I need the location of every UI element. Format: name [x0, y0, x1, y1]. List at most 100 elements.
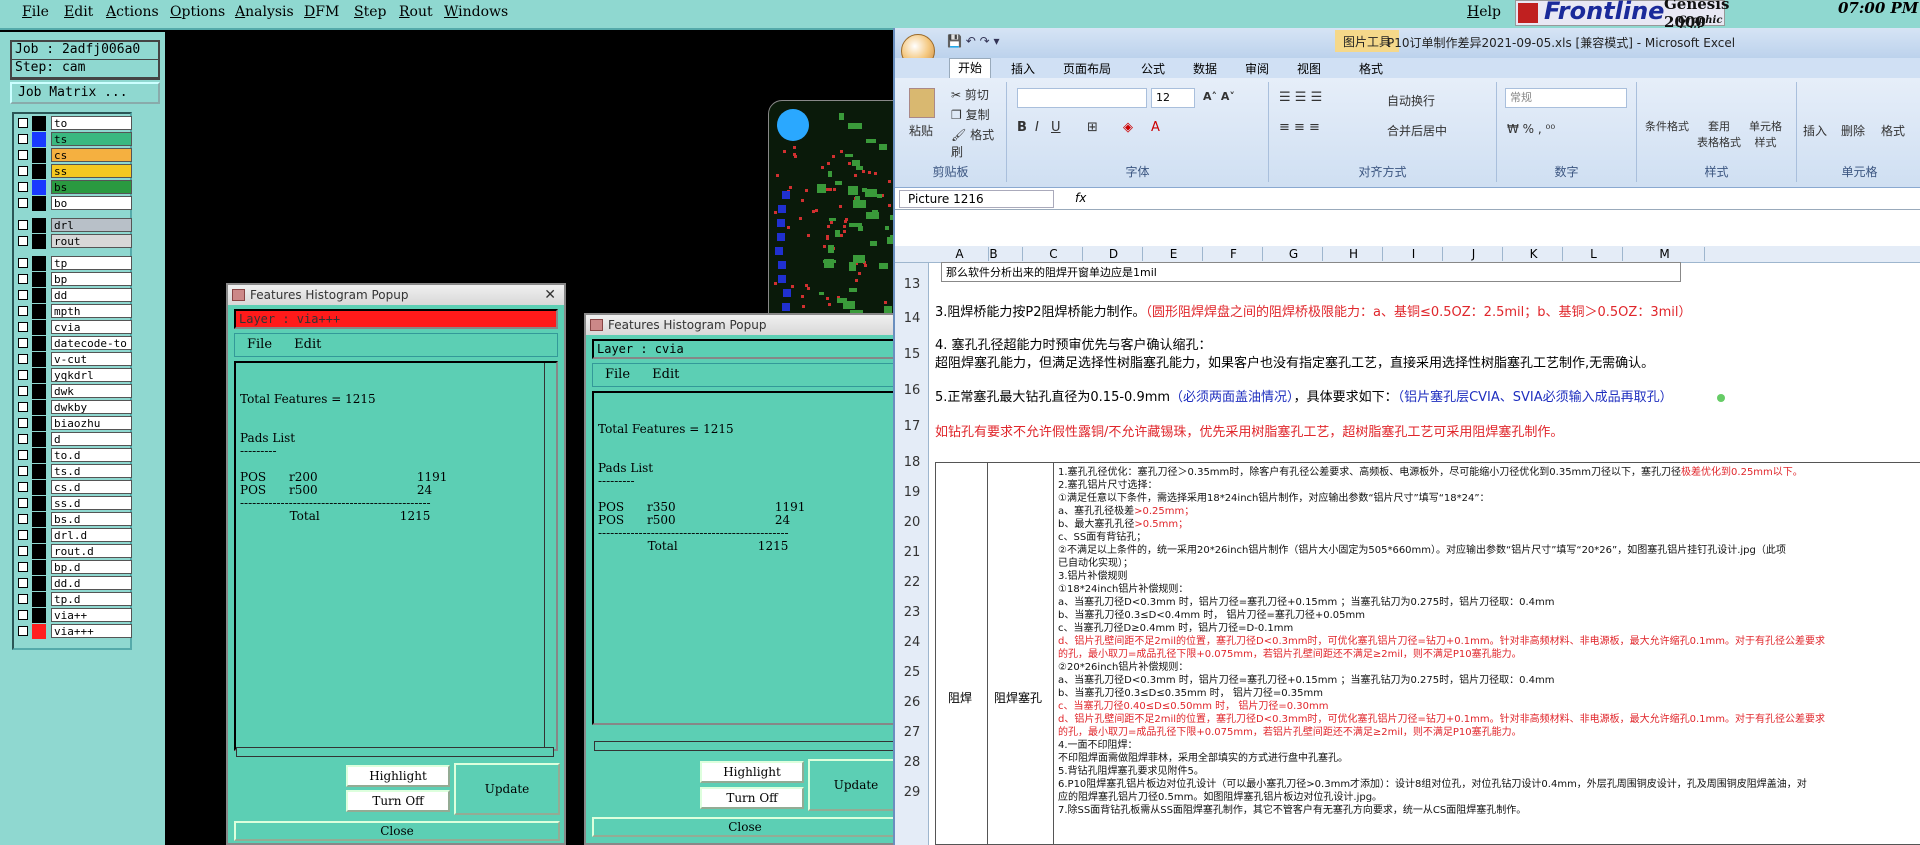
column-header[interactable]: H [1325, 247, 1383, 261]
underline-button[interactable]: U [1051, 120, 1061, 135]
popup1-menu-edit[interactable]: Edit [294, 337, 321, 352]
layer-checkbox[interactable] [18, 418, 28, 428]
layer-name[interactable]: v-cut [51, 352, 132, 366]
layer-name[interactable]: bp.d [51, 560, 132, 574]
layer-name[interactable]: datecode-to [51, 336, 132, 350]
layer-name[interactable]: to.d [51, 448, 132, 462]
tab-home[interactable]: 开始 [949, 58, 992, 78]
layer-row[interactable]: cs.d [16, 480, 132, 495]
layer-name[interactable]: ss.d [51, 496, 132, 510]
layer-checkbox[interactable] [18, 118, 28, 128]
layer-row[interactable]: dwkby [16, 400, 132, 415]
row-header[interactable]: 14 [895, 311, 929, 326]
menu-file[interactable]: File [22, 4, 49, 20]
layer-name[interactable]: rout.d [51, 544, 132, 558]
layer-color-swatch[interactable] [32, 196, 46, 211]
wrap-text-button[interactable]: 自动换行 [1387, 92, 1435, 109]
menu-actions[interactable]: Actions [106, 4, 159, 20]
delete-cells-button[interactable]: 删除 [1841, 122, 1865, 139]
popup2-turnoff-button[interactable]: Turn Off [700, 787, 804, 809]
layer-checkbox[interactable] [18, 466, 28, 476]
column-header[interactable]: G [1265, 247, 1323, 261]
layer-name[interactable]: mpth [51, 304, 132, 318]
layer-color-swatch[interactable] [32, 116, 46, 131]
close-icon[interactable]: ✕ [544, 285, 556, 305]
popup1-highlight-button[interactable]: Highlight [346, 765, 450, 787]
column-header[interactable]: I [1385, 247, 1443, 261]
layer-name[interactable]: biaozhu [51, 416, 132, 430]
layer-color-swatch[interactable] [32, 400, 46, 415]
popup2-close-button[interactable]: Close [592, 817, 898, 837]
column-header[interactable]: M [1625, 247, 1705, 261]
layer-checkbox[interactable] [18, 594, 28, 604]
row-header[interactable]: 13 [895, 277, 929, 292]
layer-row[interactable]: biaozhu [16, 416, 132, 431]
number-format-icons[interactable]: ₩ % , ⁰⁰ [1507, 122, 1555, 136]
font-color-icon[interactable]: A [1151, 120, 1160, 135]
layer-row[interactable]: bs [16, 180, 132, 195]
layer-checkbox[interactable] [18, 402, 28, 412]
layer-row[interactable]: bp [16, 272, 132, 287]
cut-button[interactable]: ✂ 剪切 [951, 86, 989, 103]
format-painter-button[interactable]: 🖌 格式刷 [951, 126, 1006, 160]
layer-checkbox[interactable] [18, 166, 28, 176]
layer-row[interactable]: drl [16, 218, 132, 233]
layer-checkbox[interactable] [18, 258, 28, 268]
layer-row[interactable]: mpth [16, 304, 132, 319]
layer-name[interactable]: cs.d [51, 480, 132, 494]
paste-icon[interactable] [909, 88, 935, 118]
layer-row[interactable]: tp.d [16, 592, 132, 607]
row-header[interactable]: 27 [895, 725, 929, 740]
fx-label[interactable]: fx [1075, 191, 1086, 205]
layer-color-swatch[interactable] [32, 576, 46, 591]
layer-name[interactable]: drl.d [51, 528, 132, 542]
layer-row[interactable]: ts [16, 132, 132, 147]
font-name-box[interactable] [1017, 88, 1147, 108]
insert-cells-button[interactable]: 插入 [1803, 122, 1827, 139]
layer-checkbox[interactable] [18, 370, 28, 380]
layer-name[interactable]: tp.d [51, 592, 132, 606]
layer-checkbox[interactable] [18, 530, 28, 540]
layer-color-swatch[interactable] [32, 496, 46, 511]
menu-edit[interactable]: Edit [64, 4, 93, 20]
column-header[interactable]: K [1505, 247, 1563, 261]
layer-color-swatch[interactable] [32, 164, 46, 179]
row-header[interactable]: 19 [895, 485, 929, 500]
layer-checkbox[interactable] [18, 274, 28, 284]
layer-color-swatch[interactable] [32, 218, 46, 233]
popup1-vscrollbar[interactable] [544, 363, 556, 749]
fill-color-icon[interactable]: ◈ [1123, 120, 1133, 135]
row-header[interactable]: 21 [895, 545, 929, 560]
layer-row[interactable]: datecode-to [16, 336, 132, 351]
number-format-box[interactable]: 常规 [1505, 88, 1627, 108]
row-header[interactable]: 22 [895, 575, 929, 590]
tab-formulas[interactable]: 公式 [1141, 60, 1165, 77]
menu-dfm[interactable]: DFM [304, 4, 339, 20]
rotate-handle[interactable] [1717, 394, 1725, 402]
popup2-menu-file[interactable]: File [605, 367, 630, 382]
layer-checkbox[interactable] [18, 626, 28, 636]
layer-row[interactable]: yqkdrl [16, 368, 132, 383]
layer-color-swatch[interactable] [32, 336, 46, 351]
layer-color-swatch[interactable] [32, 608, 46, 623]
job-matrix-button[interactable]: Job Matrix ... [10, 82, 160, 104]
layer-name[interactable]: bs [51, 180, 132, 194]
menu-windows[interactable]: Windows [444, 4, 508, 20]
tab-data[interactable]: 数据 [1193, 60, 1217, 77]
popup2-update-button[interactable]: Update [808, 759, 904, 811]
tab-review[interactable]: 审阅 [1245, 60, 1269, 77]
row-header[interactable]: 20 [895, 515, 929, 530]
column-header[interactable]: C [1025, 247, 1083, 261]
note-textbox[interactable]: 那么软件分析出来的阻焊开窗单边应是1mil [941, 262, 1681, 282]
column-header[interactable]: J [1445, 247, 1503, 261]
layer-checkbox[interactable] [18, 338, 28, 348]
layer-color-swatch[interactable] [32, 512, 46, 527]
name-box[interactable]: Picture 1216 [899, 190, 1054, 208]
layer-name[interactable]: ts.d [51, 464, 132, 478]
layer-checkbox[interactable] [18, 236, 28, 246]
paste-button[interactable]: 粘贴 [909, 122, 933, 139]
layer-checkbox[interactable] [18, 450, 28, 460]
layer-color-swatch[interactable] [32, 592, 46, 607]
cell-styles-button[interactable]: 单元格 样式 [1749, 118, 1782, 150]
layer-color-swatch[interactable] [32, 624, 46, 639]
